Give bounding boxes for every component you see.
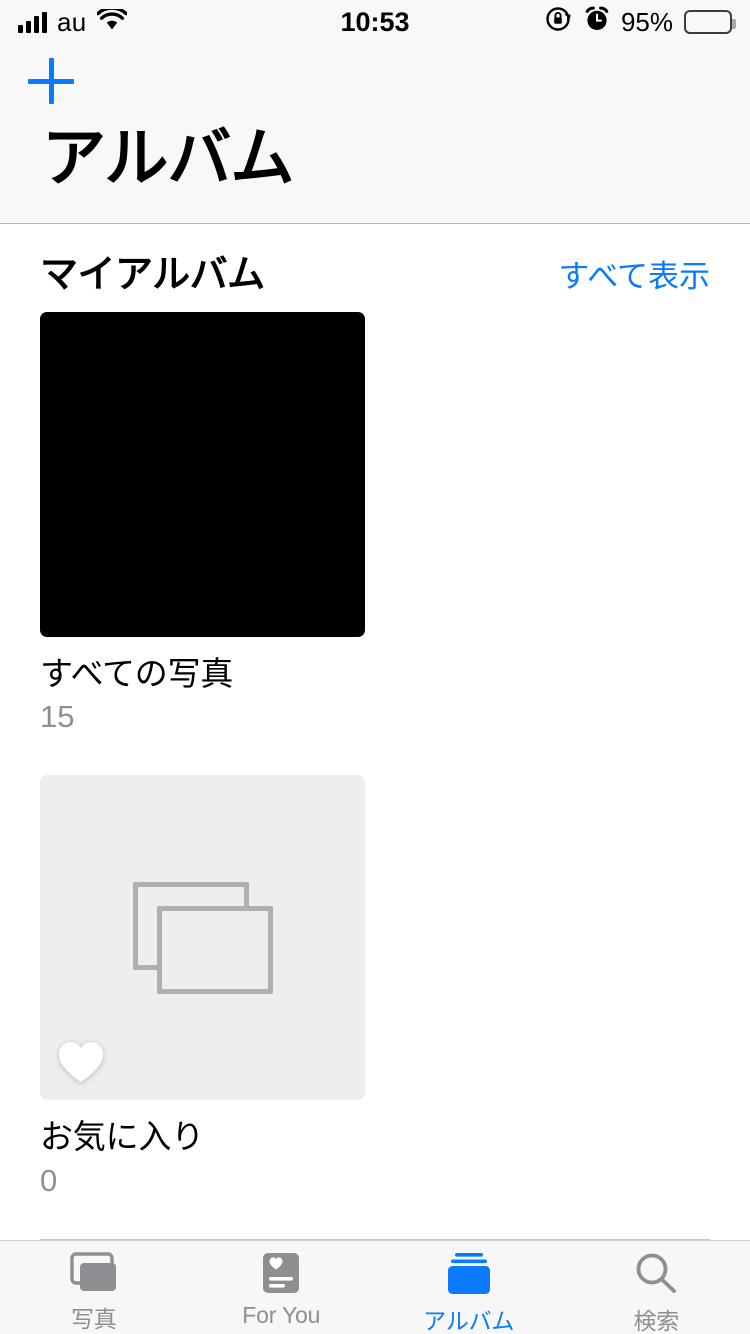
search-icon [633, 1251, 679, 1297]
section-title: マイアルバム [40, 254, 265, 296]
albums-scroll-content[interactable]: マイアルバム すべて表示 すべての写真 15 お気に入り 0 [0, 225, 750, 1240]
tab-for-you[interactable]: For You [188, 1241, 376, 1334]
album-thumbnail[interactable] [40, 312, 365, 637]
rotation-lock-icon [545, 5, 573, 40]
photos-app-screen: au 10:53 95% アルバム マイアルバム すべて表示 すべての写真 15… [0, 0, 750, 1334]
for-you-card-icon [259, 1251, 303, 1297]
album-name: お気に入り [40, 1118, 205, 1156]
tab-albums[interactable]: アルバム [375, 1241, 563, 1334]
album-count: 0 [40, 1162, 58, 1198]
tab-photos[interactable]: 写真 [0, 1241, 188, 1334]
albums-stack-icon [442, 1251, 496, 1297]
album-cell-favorites[interactable]: お気に入り 0 [40, 775, 365, 1198]
tab-search[interactable]: 検索 [563, 1241, 750, 1334]
album-name: すべての写真 [40, 655, 234, 692]
tab-label: アルバム [423, 1308, 515, 1334]
status-bar-right: 95% [545, 5, 736, 40]
battery-percent-label: 95% [620, 6, 673, 37]
status-bar: au 10:53 95% [0, 0, 750, 44]
tab-label: 検索 [633, 1308, 680, 1334]
battery-icon [684, 10, 736, 34]
alarm-clock-icon [584, 5, 610, 40]
tab-label: 写真 [70, 1306, 117, 1332]
album-cell-all-photos[interactable]: すべての写真 15 [40, 312, 365, 735]
page-title: アルバム [42, 122, 294, 194]
tab-bar: 写真 For You アルバム 検索 [0, 1240, 750, 1334]
tab-label: For You [242, 1302, 321, 1328]
album-count: 15 [40, 699, 75, 735]
album-thumbnail-placeholder[interactable] [40, 775, 365, 1101]
section-header-my-albums: マイアルバム すべて表示 [0, 225, 750, 304]
see-all-my-albums-link[interactable]: すべて表示 [558, 251, 710, 296]
photos-stack-icon [67, 1251, 121, 1295]
add-album-button[interactable] [28, 58, 74, 104]
heart-icon [57, 1040, 105, 1084]
navigation-bar: アルバム [0, 44, 750, 224]
empty-photos-stack-icon [132, 881, 273, 994]
my-albums-grid: すべての写真 15 お気に入り 0 [0, 304, 750, 1199]
